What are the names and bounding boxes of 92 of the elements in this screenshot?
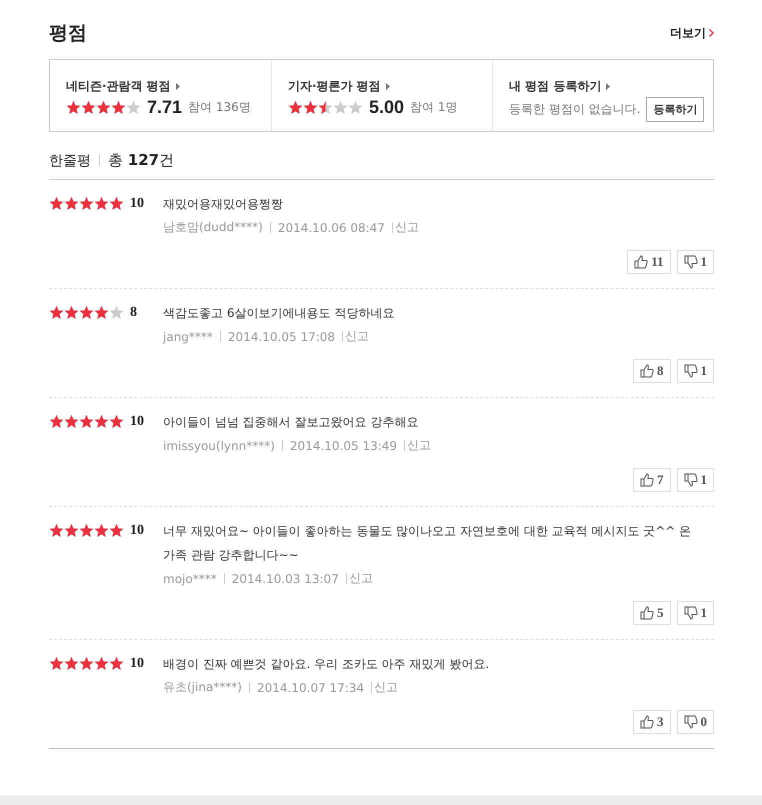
star-icon: [64, 523, 79, 538]
rating-link[interactable]: 네티즌·관람객 평점: [66, 78, 271, 95]
rating-link[interactable]: 내 평점 등록하기: [509, 78, 713, 95]
like-button[interactable]: 11: [627, 250, 670, 274]
star-icon: [49, 196, 64, 211]
star-icon: [318, 100, 333, 115]
thumbs-down-icon: [684, 606, 698, 620]
thumbs-down-icon: [684, 364, 698, 378]
review-text: 배경이 진짜 예쁜것 같아요. 우리 조카도 아주 재밌게 봤어요.: [163, 656, 490, 673]
star-icon: [94, 523, 109, 538]
star-icon: [49, 523, 64, 538]
star-icon: [94, 305, 109, 320]
review-date: 2014.10.06 08:47: [278, 220, 385, 234]
star-icon: [79, 414, 94, 429]
dislike-button[interactable]: 1: [676, 250, 714, 274]
star-icon: [79, 656, 94, 671]
thumbs-down-icon: [684, 255, 698, 269]
participant-count: 참여 136명: [188, 99, 251, 116]
review-score: 10: [130, 523, 144, 539]
dislike-button[interactable]: 1: [676, 468, 714, 492]
more-link[interactable]: 더보기: [670, 24, 714, 42]
star-icon: [126, 100, 141, 115]
star-icon: [109, 523, 124, 538]
empty-rating-message: 등록한 평점이 없습니다.: [509, 101, 640, 118]
average-score: 7.71: [147, 97, 182, 118]
star-icon: [66, 100, 81, 115]
thumbs-up-icon: [640, 606, 654, 620]
star-icon: [49, 305, 64, 320]
star-icon: [109, 656, 124, 671]
thumbs-up-icon: [640, 715, 654, 729]
participant-count: 참여 1명: [410, 99, 458, 116]
rating-link[interactable]: 기자·평론가 평점: [288, 78, 492, 95]
star-icon: [111, 100, 126, 115]
thumbs-down-icon: [684, 715, 698, 729]
chevron-icon: [709, 29, 714, 37]
caret-icon: [606, 83, 610, 90]
review-author: mojo****: [163, 572, 217, 586]
review-score: 10: [130, 656, 144, 672]
review-author: 남호맘(dudd****): [163, 219, 263, 236]
review-date: 2014.10.03 13:07: [232, 572, 339, 586]
review-date: 2014.10.05 17:08: [228, 330, 336, 344]
star-icon: [49, 656, 64, 671]
like-button[interactable]: 7: [633, 468, 670, 492]
star-icon: [303, 100, 318, 115]
star-icon: [288, 100, 303, 115]
star-icon: [94, 414, 109, 429]
review-text: 색감도좋고 6살이보기에내용도 적당하네요: [163, 305, 396, 322]
dislike-button[interactable]: 0: [676, 710, 714, 734]
like-button[interactable]: 8: [633, 359, 670, 383]
review-author: 유초(jina****): [163, 679, 242, 696]
star-icon: [49, 414, 64, 429]
review-text: 재밌어용재밌어용쩡짱: [163, 196, 284, 213]
star-icon: [64, 656, 79, 671]
thumbs-up-icon: [634, 255, 648, 269]
thumbs-up-icon: [640, 473, 654, 487]
review-text: 너무 재밌어요~ 아이들이 좋아하는 동물도 많이나오고 자연보호에 대한 교육적 메시지도 굿^^ 온 가족 관람 강추합니다~~: [163, 523, 692, 564]
review-score: 10: [130, 196, 144, 212]
dislike-button[interactable]: 1: [676, 359, 714, 383]
review-text: 아이들이 넘넘 집중해서 잘보고왔어요 강추해요: [163, 414, 420, 431]
star-icon: [81, 100, 96, 115]
caret-icon: [386, 83, 390, 90]
section-title: 평점: [49, 21, 87, 46]
review-date: 2014.10.05 13:49: [290, 438, 398, 452]
star-icon: [333, 100, 348, 115]
comments-total: 총 127건: [108, 151, 174, 170]
like-button[interactable]: 3: [633, 710, 670, 734]
thumbs-up-icon: [640, 364, 654, 378]
thumbs-down-icon: [684, 473, 698, 487]
review-date: 2014.10.07 17:34: [257, 680, 364, 694]
star-icon: [64, 414, 79, 429]
star-icon: [109, 196, 124, 211]
star-icon: [348, 100, 363, 115]
dislike-button[interactable]: 1: [676, 601, 714, 625]
average-score: 5.00: [369, 97, 404, 118]
star-icon: [64, 305, 79, 320]
review-score: 8: [130, 305, 137, 321]
star-icon: [94, 196, 109, 211]
review-score: 10: [130, 414, 144, 430]
star-icon: [79, 523, 94, 538]
like-button[interactable]: 5: [633, 601, 670, 625]
star-icon: [79, 196, 94, 211]
star-icon: [94, 656, 109, 671]
star-icon: [79, 305, 94, 320]
review-author: jang****: [163, 330, 213, 344]
star-icon: [96, 100, 111, 115]
caret-icon: [176, 83, 180, 90]
register-button[interactable]: 등록하기: [646, 97, 704, 122]
star-icon: [64, 196, 79, 211]
star-icon: [109, 305, 124, 320]
star-icon: [109, 414, 124, 429]
review-author: imissyou(lynn****): [163, 438, 275, 452]
comments-label: 한줄평: [49, 152, 91, 170]
